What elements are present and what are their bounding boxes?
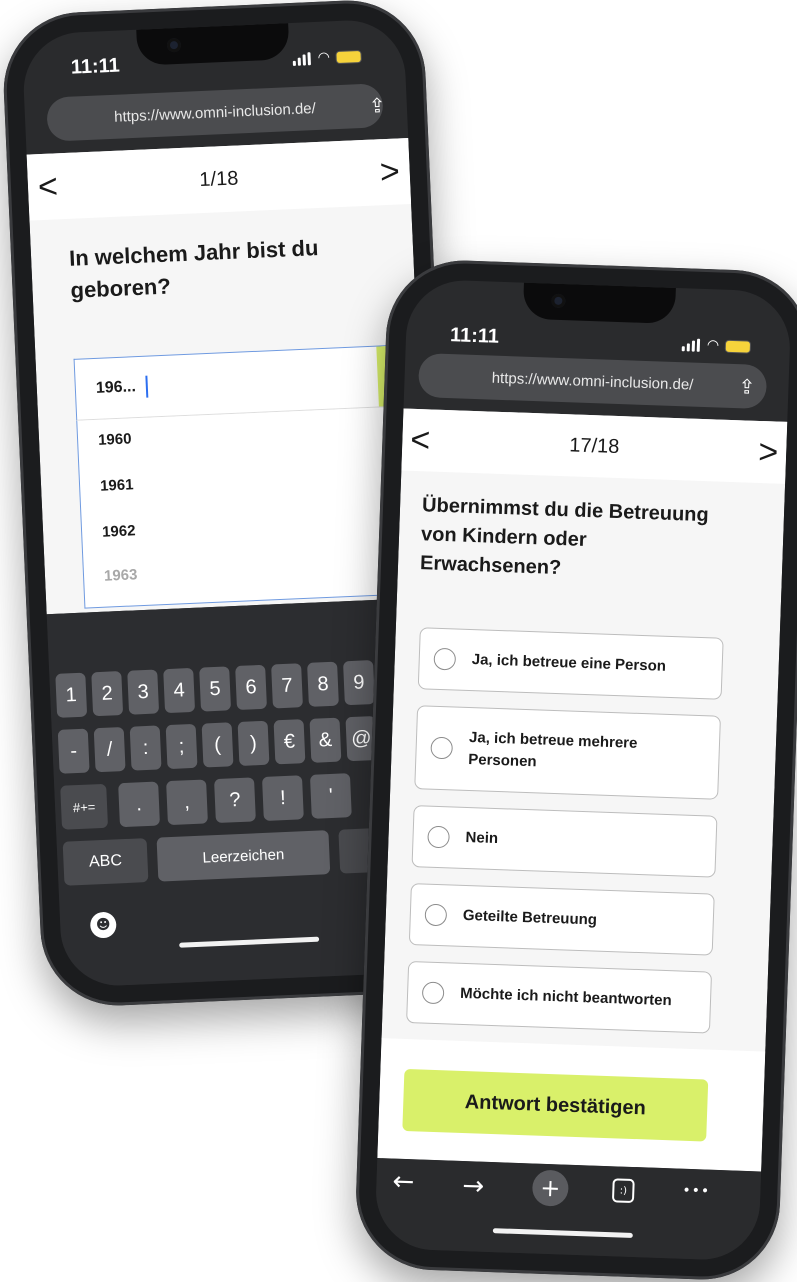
url-bar[interactable]: https://www.omni-inclusion.de/	[417, 353, 768, 410]
status-time: 11:11	[70, 54, 121, 79]
answer-label: Nein	[465, 829, 499, 848]
answer-option[interactable]: Möchte ich nicht beantworten	[406, 961, 713, 1034]
key[interactable]: ?	[214, 777, 256, 824]
submit-button[interactable]: Antwort bestätigen	[402, 1068, 709, 1142]
key[interactable]: 4	[163, 667, 196, 714]
status-time: 11:11	[449, 324, 500, 348]
front-phone-screen: 11:11 ◠ https://www.omni-inclusion.de/ ⇪…	[374, 278, 792, 1262]
dropdown-option[interactable]: 1960	[98, 430, 132, 448]
key[interactable]: ;	[165, 723, 198, 770]
answer-option[interactable]: Geteilte Betreuung	[408, 883, 715, 956]
more-icon[interactable]: •••	[682, 1183, 710, 1200]
key[interactable]: :	[129, 725, 162, 771]
key[interactable]: 8	[307, 661, 339, 707]
answer-option[interactable]: Nein	[411, 805, 718, 878]
answer-label: Geteilte Betreuung	[462, 907, 598, 929]
key[interactable]: &	[309, 717, 342, 763]
home-indicator	[492, 1228, 633, 1239]
battery-icon	[725, 340, 751, 353]
signal-icon	[292, 51, 311, 66]
back-arrow-icon[interactable]: ←	[392, 1167, 415, 1198]
submit-area: Antwort bestätigen	[377, 1038, 766, 1172]
key[interactable]: 9	[343, 660, 375, 706]
question-title: Übernimmst du die Betreuung von Kindern …	[419, 494, 710, 580]
front-camera-icon	[551, 293, 566, 309]
key[interactable]: )	[237, 720, 270, 766]
space-key[interactable]: Leerzeichen	[156, 830, 331, 882]
question-title: In welchem Jahr bist du geboren?	[68, 235, 319, 303]
key[interactable]: 6	[235, 664, 268, 711]
key[interactable]: /	[93, 726, 126, 773]
question-counter: 1/18	[198, 166, 239, 191]
url-text: https://www.omni-inclusion.de/	[113, 99, 317, 126]
dropdown-option[interactable]: 1963	[104, 566, 138, 584]
answer-option[interactable]: Ja, ich betreue eine Person	[417, 627, 724, 700]
key[interactable]: 7	[271, 663, 303, 709]
signal-icon	[681, 338, 701, 352]
radio-button[interactable]	[433, 647, 457, 671]
browser-toolbar: ← → + :) •••	[374, 1158, 762, 1262]
wifi-icon: ◠	[706, 337, 720, 354]
dropdown-option[interactable]: 1961	[100, 476, 134, 494]
wifi-icon: ◠	[317, 49, 331, 66]
tabs-icon[interactable]: :)	[611, 1178, 635, 1204]
front-page: < 17/18 > Übernimmst du die Betreuung vo…	[377, 408, 788, 1172]
answer-label: Ja, ich betreue eine Person	[471, 651, 667, 675]
new-tab-icon[interactable]: +	[531, 1169, 570, 1207]
back-page: < 1/18 > In welchem Jahr bist du geboren…	[26, 138, 429, 615]
symbols-key[interactable]: #+=	[60, 783, 109, 830]
url-bar[interactable]: https://www.omni-inclusion.de/	[46, 83, 384, 142]
question-nav: < 1/18 >	[26, 138, 412, 221]
year-input-value: 196...	[95, 378, 137, 397]
radio-button[interactable]	[430, 736, 454, 760]
question-nav: < 17/18 >	[401, 408, 788, 484]
key[interactable]: '	[309, 773, 352, 819]
url-text: https://www.omni-inclusion.de/	[491, 369, 694, 394]
next-button[interactable]: >	[379, 152, 401, 192]
key[interactable]: €	[273, 719, 306, 765]
key[interactable]: (	[201, 722, 234, 768]
key[interactable]: ,	[166, 779, 208, 826]
key[interactable]: 5	[199, 666, 232, 712]
emoji-icon[interactable]: ☻	[89, 911, 117, 939]
front-camera-icon	[166, 37, 182, 53]
prev-button[interactable]: <	[37, 167, 59, 207]
home-indicator	[179, 936, 320, 948]
notch	[522, 282, 676, 324]
battery-icon	[336, 50, 362, 63]
key[interactable]: 1	[55, 672, 88, 718]
radio-button[interactable]	[421, 981, 445, 1005]
front-phone: 11:11 ◠ https://www.omni-inclusion.de/ ⇪…	[353, 257, 797, 1282]
key[interactable]: 2	[91, 671, 124, 717]
key[interactable]: 3	[127, 669, 160, 715]
question-counter: 17/18	[568, 433, 620, 458]
status-icons: ◠	[681, 336, 751, 354]
next-button[interactable]: >	[758, 432, 779, 472]
forward-arrow-icon[interactable]: →	[462, 1171, 485, 1202]
answer-label: Ja, ich betreue mehrere Personen	[468, 729, 638, 771]
key[interactable]: !	[261, 775, 304, 821]
radio-button[interactable]	[424, 903, 448, 927]
dropdown-option[interactable]: 1962	[102, 522, 136, 540]
key[interactable]: .	[118, 781, 160, 828]
prev-button[interactable]: <	[410, 420, 431, 460]
status-icons: ◠	[292, 48, 362, 67]
text-cursor	[145, 375, 149, 398]
share-icon[interactable]: ⇪	[368, 93, 386, 118]
key[interactable]: -	[57, 728, 90, 774]
answer-option[interactable]: Ja, ich betreue mehrere Personen	[414, 705, 721, 800]
notch	[136, 23, 290, 66]
radio-button[interactable]	[427, 825, 450, 849]
share-icon[interactable]: ⇪	[738, 374, 756, 399]
abc-key[interactable]: ABC	[62, 838, 149, 886]
year-dropdown: 1960 1961 1962 1963	[76, 405, 429, 609]
answer-label: Möchte ich nicht beantworten	[459, 984, 672, 1010]
